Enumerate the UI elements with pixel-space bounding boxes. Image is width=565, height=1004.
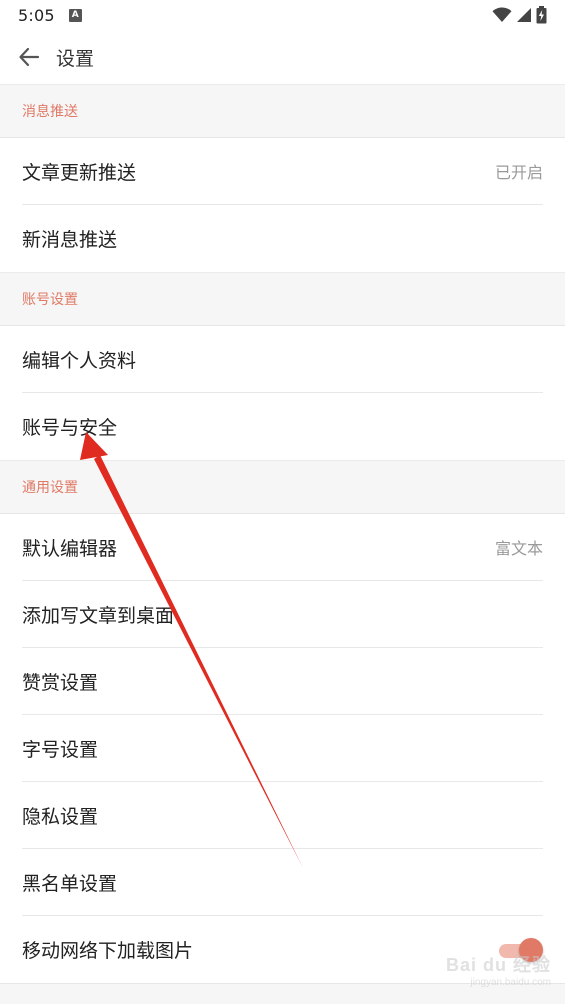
settings-item-blacklist[interactable]: 黑名单设置: [22, 849, 543, 916]
status-right: [492, 6, 547, 24]
status-left: 5:05 A: [18, 6, 82, 25]
battery-charging-icon: [536, 6, 547, 24]
settings-item-add-to-desktop[interactable]: 添加写文章到桌面: [22, 581, 543, 648]
settings-item-label: 账号与安全: [22, 417, 118, 439]
section-header-label: 通用设置: [22, 480, 78, 496]
settings-item-value: 富文本: [494, 539, 543, 558]
settings-item-label: 新消息推送: [22, 229, 118, 251]
notification-a-icon: A: [68, 8, 82, 22]
settings-item-value: 已开启: [494, 163, 543, 182]
section-header-label: 账号设置: [22, 292, 78, 308]
page-title: 设置: [56, 47, 95, 70]
settings-item-label: 移动网络下加载图片: [22, 940, 194, 962]
settings-item-article-update-push[interactable]: 文章更新推送 已开启: [22, 138, 543, 205]
settings-item-account-security[interactable]: 账号与安全: [22, 393, 543, 460]
section-header-account: 账号设置: [0, 272, 565, 326]
settings-item-edit-profile[interactable]: 编辑个人资料: [22, 326, 543, 393]
settings-item-label: 黑名单设置: [22, 872, 118, 895]
section-header-message-push: 消息推送: [0, 84, 565, 138]
settings-item-label: 字号设置: [22, 738, 99, 761]
arrow-left-icon: [19, 47, 40, 67]
status-time: 5:05: [18, 5, 55, 25]
section-header-label: 消息推送: [22, 104, 78, 120]
settings-item-font-size[interactable]: 字号设置: [22, 715, 543, 782]
settings-item-reward[interactable]: 赞赏设置: [22, 648, 543, 715]
settings-item-label: 默认编辑器: [22, 537, 118, 560]
watermark-url: jingyan.baidu.com: [470, 977, 551, 988]
back-button[interactable]: [16, 44, 42, 70]
settings-item-new-message-push[interactable]: 新消息推送: [22, 205, 543, 272]
app-bar: 设置: [0, 30, 565, 84]
watermark: Bai du 经验 jingyan.baidu.com: [446, 951, 551, 988]
settings-item-label: 编辑个人资料: [22, 349, 137, 372]
status-bar: 5:05 A: [0, 0, 565, 30]
settings-item-label: 赞赏设置: [22, 671, 99, 694]
signal-icon: [517, 8, 531, 22]
section-header-general: 通用设置: [0, 460, 565, 514]
settings-item-label: 文章更新推送: [22, 161, 137, 184]
settings-item-privacy[interactable]: 隐私设置: [22, 782, 543, 849]
settings-item-label: 添加写文章到桌面: [22, 604, 175, 627]
watermark-logo: Bai du 经验: [445, 955, 551, 975]
settings-item-label: 隐私设置: [22, 805, 99, 828]
settings-item-default-editor[interactable]: 默认编辑器 富文本: [22, 514, 543, 581]
wifi-icon: [492, 7, 512, 22]
